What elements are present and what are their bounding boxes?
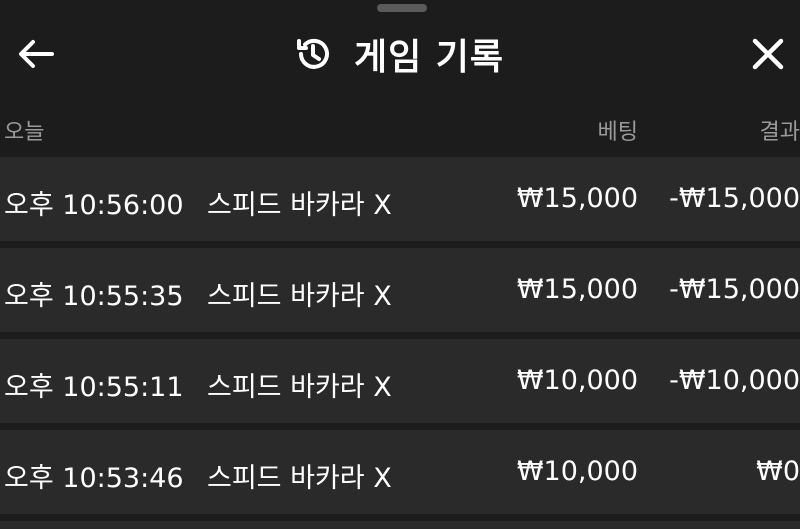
row-result-amount: -₩10,000 [669, 365, 800, 396]
history-row[interactable]: 오후 10:56:00 스피드 바카라 X ₩15,000 -₩15,000 [0, 157, 800, 241]
row-time: 오후 10:55:11 [4, 372, 184, 403]
title-group: 게임 기록 [292, 32, 504, 78]
header-bar: 게임 기록 [0, 14, 800, 94]
row-game-name: 스피드 바카라 X [207, 372, 392, 403]
row-game-name: 스피드 바카라 X [207, 463, 392, 494]
row-bet-amount: ₩10,000 [516, 456, 638, 487]
row-bet-amount: ₩15,000 [516, 274, 638, 305]
history-row-partial[interactable] [0, 521, 800, 529]
history-list: 오후 10:56:00 스피드 바카라 X ₩15,000 -₩15,000 오… [0, 157, 800, 529]
history-row[interactable]: 오후 10:55:11 스피드 바카라 X ₩10,000 -₩10,000 [0, 339, 800, 423]
history-clock-icon [292, 33, 334, 75]
row-time: 오후 10:56:00 [4, 190, 184, 221]
arrow-left-icon [18, 39, 54, 73]
history-row[interactable]: 오후 10:53:46 스피드 바카라 X ₩10,000 ₩0 [0, 430, 800, 514]
row-game-name: 스피드 바카라 X [207, 281, 392, 312]
row-result-amount: ₩0 [756, 456, 800, 487]
page-title: 게임 기록 [354, 37, 505, 78]
back-button[interactable] [14, 34, 58, 78]
row-bet-amount: ₩15,000 [516, 183, 638, 214]
row-game-name: 스피드 바카라 X [207, 190, 392, 221]
history-row[interactable]: 오후 10:55:35 스피드 바카라 X ₩15,000 -₩15,000 [0, 248, 800, 332]
game-history-sheet: 게임 기록 오늘 베팅 결과 오후 10:56:00 스피드 바카라 X ₩15… [0, 0, 800, 529]
close-x-icon [751, 37, 785, 75]
column-date-label: 오늘 [4, 120, 45, 145]
row-result-amount: -₩15,000 [669, 183, 800, 214]
column-result-label: 결과 [759, 120, 800, 145]
row-result-amount: -₩15,000 [669, 274, 800, 305]
sheet-grab-handle[interactable] [377, 4, 427, 12]
row-bet-amount: ₩10,000 [516, 365, 638, 396]
row-time: 오후 10:53:46 [4, 463, 184, 494]
column-header-row: 오늘 베팅 결과 [0, 104, 800, 150]
row-time: 오후 10:55:35 [4, 281, 184, 312]
close-button[interactable] [744, 32, 792, 80]
column-bet-label: 베팅 [597, 120, 638, 145]
